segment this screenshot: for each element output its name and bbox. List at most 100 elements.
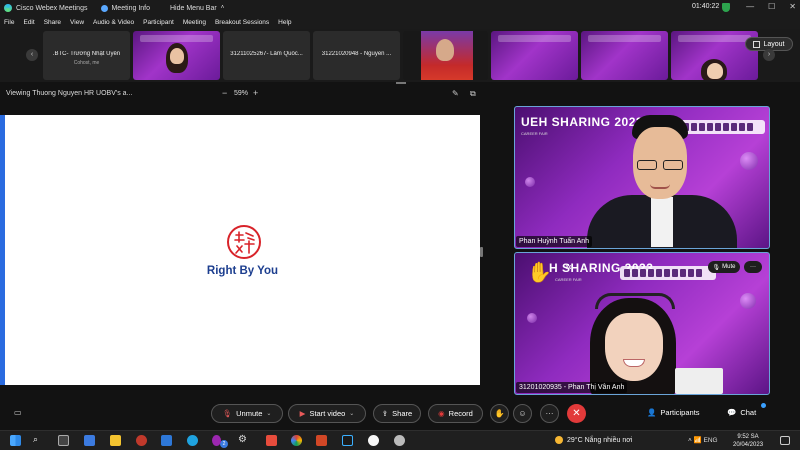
thumbnail-0[interactable]: .BTC- Trương Nhật Uyên Cohost, me (43, 31, 130, 80)
background-screen (675, 368, 723, 394)
raise-hand-button[interactable]: ✋ (490, 404, 509, 423)
weather-widget[interactable]: 29°C Nắng nhiều nơi (555, 436, 632, 444)
video-off-icon: ▶ (299, 409, 306, 418)
mail-icon[interactable] (161, 435, 172, 446)
spotlight-icon[interactable]: ✲ (565, 263, 572, 272)
search-icon[interactable]: ⌕ (33, 434, 38, 445)
video-tile-2[interactable]: H SHARING 2023 CAREER FAIR ✋ ✲ 🎙 Mute ··… (514, 252, 770, 395)
thumbnail-video-7[interactable] (671, 31, 758, 80)
thumbnail-3[interactable]: 31221020948 - Nguyễn ... (313, 31, 400, 80)
zoom-in-button[interactable]: + (253, 88, 258, 98)
chrome-icon[interactable] (291, 435, 302, 446)
hide-menu-bar-button[interactable]: Hide Menu Bar (170, 5, 217, 12)
captions-icon[interactable]: ▭ (14, 408, 22, 417)
thumbnail-name: 31221020948 - Nguyễn ... (321, 51, 392, 57)
windows-start-icon[interactable] (10, 435, 21, 446)
unmute-button[interactable]: 🎙 Unmute ⌄ (211, 404, 283, 423)
teams-icon[interactable] (212, 435, 221, 446)
unmute-label: Unmute (236, 409, 263, 418)
raised-hand-icon: ✋ (527, 262, 552, 284)
chat-button[interactable]: 💬 Chat (727, 408, 756, 417)
reactions-button[interactable]: ☺ (513, 404, 532, 423)
thumbnail-name: .BTC- Trương Nhật Uyên (52, 51, 121, 57)
record-button[interactable]: ◉ Record (428, 404, 483, 423)
webex-logo-icon (4, 4, 12, 12)
participants-button[interactable]: 👤 Participants (647, 408, 700, 417)
file-explorer-icon[interactable] (110, 435, 121, 446)
clock[interactable]: 9:52 SA 20/04/2023 (733, 433, 763, 449)
title-bar: Cisco Webex Meetings Meeting Info Hide M… (0, 0, 800, 16)
close-icon[interactable]: ✕ (789, 2, 796, 11)
strip-prev-button[interactable]: ‹ (26, 49, 38, 61)
menu-share[interactable]: Share (44, 19, 61, 26)
chevron-down-icon[interactable]: ⌄ (266, 410, 271, 417)
menu-edit[interactable]: Edit (23, 19, 34, 26)
info-icon[interactable] (101, 4, 109, 12)
participants-icon: 👤 (647, 408, 657, 417)
chat-icon: 💬 (727, 408, 737, 417)
chevron-down-icon[interactable]: ⌄ (349, 410, 354, 417)
sun-icon (555, 436, 563, 444)
meeting-info-button[interactable]: Meeting Info (111, 5, 150, 12)
window-controls: — ☐ ✕ (746, 2, 796, 11)
thumbnail-video-1[interactable] (133, 31, 220, 80)
participant-smile (650, 184, 670, 189)
menu-bar: File Edit Share View Audio & Video Parti… (0, 16, 800, 29)
meeting-controls: ▭ 🎙 Unmute ⌄ ▶ Start video ⌄ ⇪ Share ◉ R… (0, 400, 800, 428)
participants-label: Participants (660, 408, 700, 417)
chevron-up-icon[interactable]: ˄ (221, 5, 225, 11)
start-video-button[interactable]: ▶ Start video ⌄ (288, 404, 366, 423)
thumbnail-video-4[interactable] (403, 31, 488, 80)
thumbnail-video-5[interactable] (491, 31, 578, 80)
lang-indicator[interactable]: ENG (704, 437, 718, 444)
menu-meeting[interactable]: Meeting (183, 19, 206, 26)
leave-meeting-button[interactable]: ✕ (567, 404, 586, 423)
maximize-icon[interactable]: ☐ (768, 2, 775, 11)
notifications-icon[interactable] (780, 436, 790, 445)
tile-banner-sub: CAREER FAIR (555, 277, 582, 282)
tile-mute-button[interactable]: 🎙 Mute (708, 261, 740, 273)
share-button[interactable]: ⇪ Share (373, 404, 421, 423)
chevron-up-icon[interactable]: ˄ (688, 437, 692, 444)
app-icon[interactable] (136, 435, 147, 446)
thumbnail-video-6[interactable] (581, 31, 668, 80)
video-tile-1[interactable]: UEH SHARING 2023 CAREER FAIR Phan Huỳnh … (514, 106, 770, 249)
panel-splitter[interactable] (480, 247, 483, 257)
uob-logo-icon (227, 225, 261, 259)
system-tray[interactable]: ˄ 📶 ENG (688, 436, 718, 444)
menu-audio-video[interactable]: Audio & Video (93, 19, 134, 26)
thumbnail-role: Cohost, me (73, 60, 100, 66)
settings-icon[interactable]: ⚙ (238, 434, 247, 445)
headset-icon (595, 293, 675, 309)
menu-help[interactable]: Help (278, 19, 291, 26)
webex-taskbar-icon[interactable] (342, 435, 353, 446)
windows-taskbar: ⌕ 2 ⚙ 29°C Nắng nhiều nơi ˄ 📶 ENG 9:52 S… (0, 430, 800, 450)
powerpoint-icon[interactable] (316, 435, 327, 446)
store-icon[interactable] (84, 435, 95, 446)
app-icon[interactable] (368, 435, 379, 446)
annotate-icon[interactable]: ✎ (452, 89, 459, 98)
network-icon[interactable]: 📶 (694, 437, 702, 444)
menu-view[interactable]: View (70, 19, 84, 26)
share-label: Share (392, 409, 413, 418)
strip-drag-handle[interactable] (396, 82, 406, 84)
edge-icon[interactable] (187, 435, 198, 446)
record-icon: ◉ (438, 409, 445, 418)
pop-out-icon[interactable]: ⧉ (470, 89, 476, 99)
task-view-icon[interactable] (58, 435, 69, 446)
chat-label: Chat (740, 408, 757, 417)
minimize-icon[interactable]: — (746, 2, 754, 11)
media-icon[interactable] (266, 435, 277, 446)
menu-breakout-sessions[interactable]: Breakout Sessions (215, 19, 269, 26)
thumbnail-2[interactable]: 31211025267- Lâm Quốc... (223, 31, 310, 80)
participant-face (605, 313, 663, 381)
menu-participant[interactable]: Participant (143, 19, 174, 26)
more-options-button[interactable]: ··· (540, 404, 559, 423)
zoom-out-button[interactable]: − (222, 88, 227, 98)
app-icon[interactable] (394, 435, 405, 446)
mic-icon: 🎙 (712, 264, 721, 271)
strip-next-button[interactable]: › (763, 49, 775, 61)
tile-more-button[interactable]: ··· (744, 261, 762, 273)
security-shield-icon[interactable] (722, 3, 730, 12)
menu-file[interactable]: File (4, 19, 14, 26)
